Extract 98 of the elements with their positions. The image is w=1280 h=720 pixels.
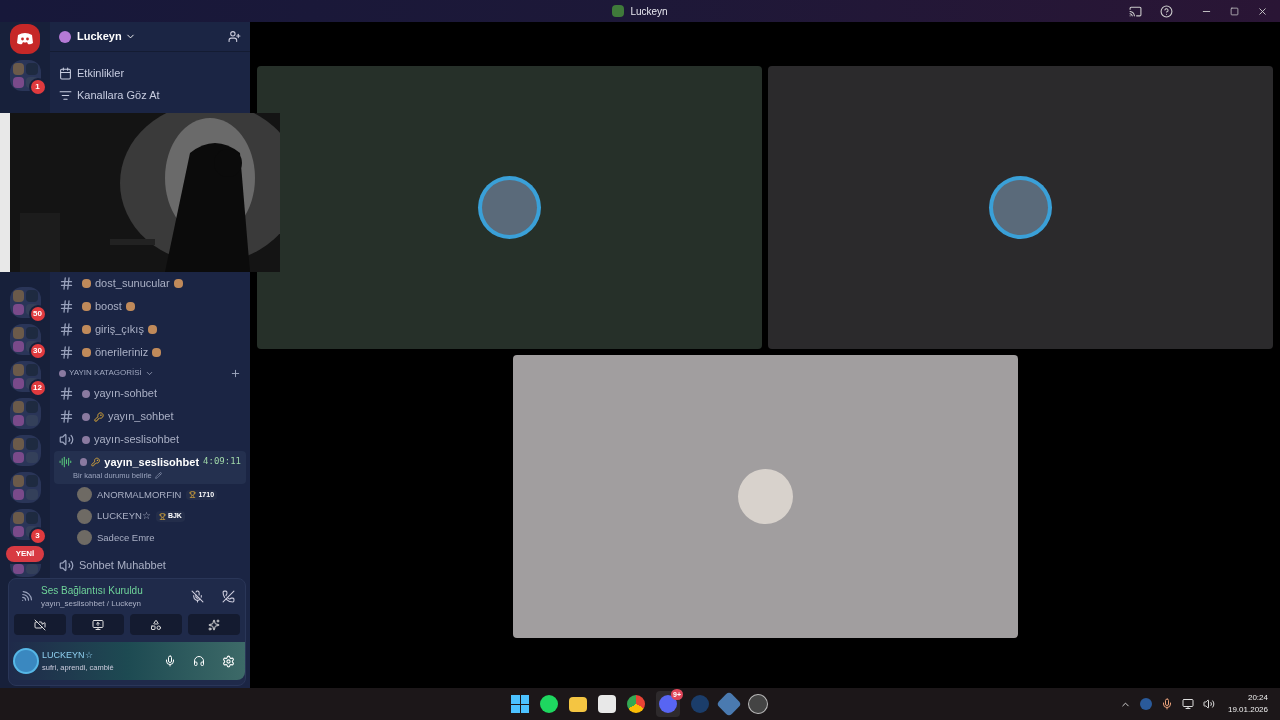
hash-icon [59, 386, 74, 401]
calendar-icon [59, 66, 72, 80]
speaker-icon [59, 558, 74, 573]
clock-date: 19.01.2026 [1227, 704, 1268, 716]
clock-time: 20:24 [1247, 692, 1268, 704]
tray-app-icon[interactable] [1139, 698, 1152, 710]
browser-icon[interactable] [627, 695, 645, 713]
mic-icon[interactable] [164, 655, 176, 667]
network-icon[interactable] [1181, 698, 1194, 710]
voice-user[interactable]: Sadece Emre [50, 527, 250, 549]
soundboard-button[interactable] [188, 614, 240, 635]
disconnect-icon[interactable] [222, 590, 235, 603]
channel-item[interactable]: yayın_sohbet [54, 405, 246, 428]
channel-item[interactable]: yayın-seslisohbet [54, 428, 246, 451]
channel-item[interactable]: dost_sunucular [50, 272, 250, 295]
video-tile[interactable] [257, 66, 762, 349]
folder-icon[interactable] [569, 696, 587, 712]
store-icon[interactable] [598, 695, 616, 713]
server-avatar-icon [59, 30, 71, 43]
emoji-icon [173, 279, 183, 288]
channel-item[interactable]: önerileriniz [50, 341, 250, 364]
avatar [77, 530, 92, 546]
server-icon[interactable] [9, 287, 41, 318]
list-search-icon [59, 88, 72, 102]
emoji-icon [79, 457, 88, 466]
monitor-icon [92, 618, 104, 631]
menu-item[interactable]: Etkinlikler [50, 62, 250, 84]
new-badge: YENİ [6, 546, 44, 562]
video-tile[interactable] [512, 355, 1018, 638]
emoji-icon [82, 348, 91, 357]
recorder-icon[interactable] [749, 695, 767, 713]
server-logo-icon [612, 5, 625, 17]
unread-badge: 1 [30, 80, 45, 94]
chat-app-icon[interactable] [659, 695, 677, 713]
camera-off-icon [34, 618, 46, 631]
screen-share-button[interactable] [72, 614, 124, 635]
call-timer: 4:09:11 [203, 455, 241, 469]
unread-badge: 3 [30, 529, 45, 543]
emoji-icon [82, 302, 91, 311]
avatar [77, 487, 92, 503]
channel-item[interactable]: giriş_çıkış [50, 318, 250, 341]
hash-icon [59, 276, 74, 291]
unread-badge: 12 [30, 381, 45, 395]
unread-badge: 30 [30, 344, 45, 358]
server-icon[interactable] [9, 324, 41, 355]
hash-icon [59, 322, 74, 337]
camera-button[interactable] [14, 614, 66, 635]
voice-activity-icon [59, 454, 72, 469]
channel-item[interactable]: boost [50, 295, 250, 318]
hash-icon [59, 409, 74, 424]
hash-icon [59, 345, 74, 360]
window-title: Luckeyn [630, 4, 668, 19]
sparkles-icon [208, 618, 220, 631]
invite-icon[interactable] [228, 30, 241, 43]
emoji-icon [82, 412, 90, 421]
emoji-icon [59, 369, 66, 377]
emoji-icon [82, 435, 90, 444]
emoji-icon [152, 348, 162, 357]
volume-icon[interactable] [1202, 698, 1215, 710]
app-logo-icon[interactable] [10, 24, 40, 54]
pencil-icon [154, 472, 162, 480]
channel-item[interactable]: Sohbet Muhabbet [50, 554, 250, 577]
server-icon[interactable] [9, 361, 41, 392]
shapes-icon [150, 618, 162, 631]
hash-icon [59, 299, 74, 314]
connection-status[interactable]: Ses Bağlantısı Kuruldu [41, 583, 143, 598]
speaker-icon [59, 432, 74, 447]
emoji-icon [147, 325, 157, 334]
start-icon[interactable] [511, 695, 529, 713]
avatar [737, 469, 793, 524]
headphones-icon[interactable] [193, 655, 205, 667]
emoji-icon [82, 279, 91, 288]
screen-share-icon[interactable] [1129, 4, 1142, 18]
trophy-icon [189, 491, 197, 499]
music-app-icon[interactable] [540, 695, 558, 713]
emoji-icon [125, 302, 135, 311]
unread-badge: 50 [30, 307, 45, 321]
avatar [77, 508, 92, 524]
activities-button[interactable] [130, 614, 182, 635]
connection-location[interactable]: yayın_seslisohbet / Luckeyn [41, 598, 143, 610]
emoji-icon [82, 325, 91, 334]
close-icon[interactable] [1257, 5, 1268, 17]
server-name[interactable]: Luckeyn [77, 28, 136, 45]
add-channel-icon[interactable] [230, 367, 241, 379]
emoji-icon [82, 389, 90, 398]
settings-icon[interactable] [222, 654, 235, 668]
mic-icon[interactable] [1160, 698, 1173, 710]
help-icon[interactable] [1160, 4, 1173, 18]
avatar [15, 650, 37, 672]
server-icon[interactable] [9, 509, 41, 540]
trophy-icon [158, 512, 166, 520]
menu-item[interactable]: Kanallara Göz At [50, 84, 250, 106]
noise-suppression-icon[interactable] [191, 590, 204, 603]
username[interactable]: LUCKEYN☆ [42, 648, 114, 663]
category-name[interactable]: YAYIN KATAGORİSİ [69, 367, 142, 379]
video-tile[interactable] [768, 66, 1273, 349]
maximize-icon[interactable] [1230, 6, 1239, 16]
channel-item[interactable]: yayın-sohbet [54, 382, 246, 405]
